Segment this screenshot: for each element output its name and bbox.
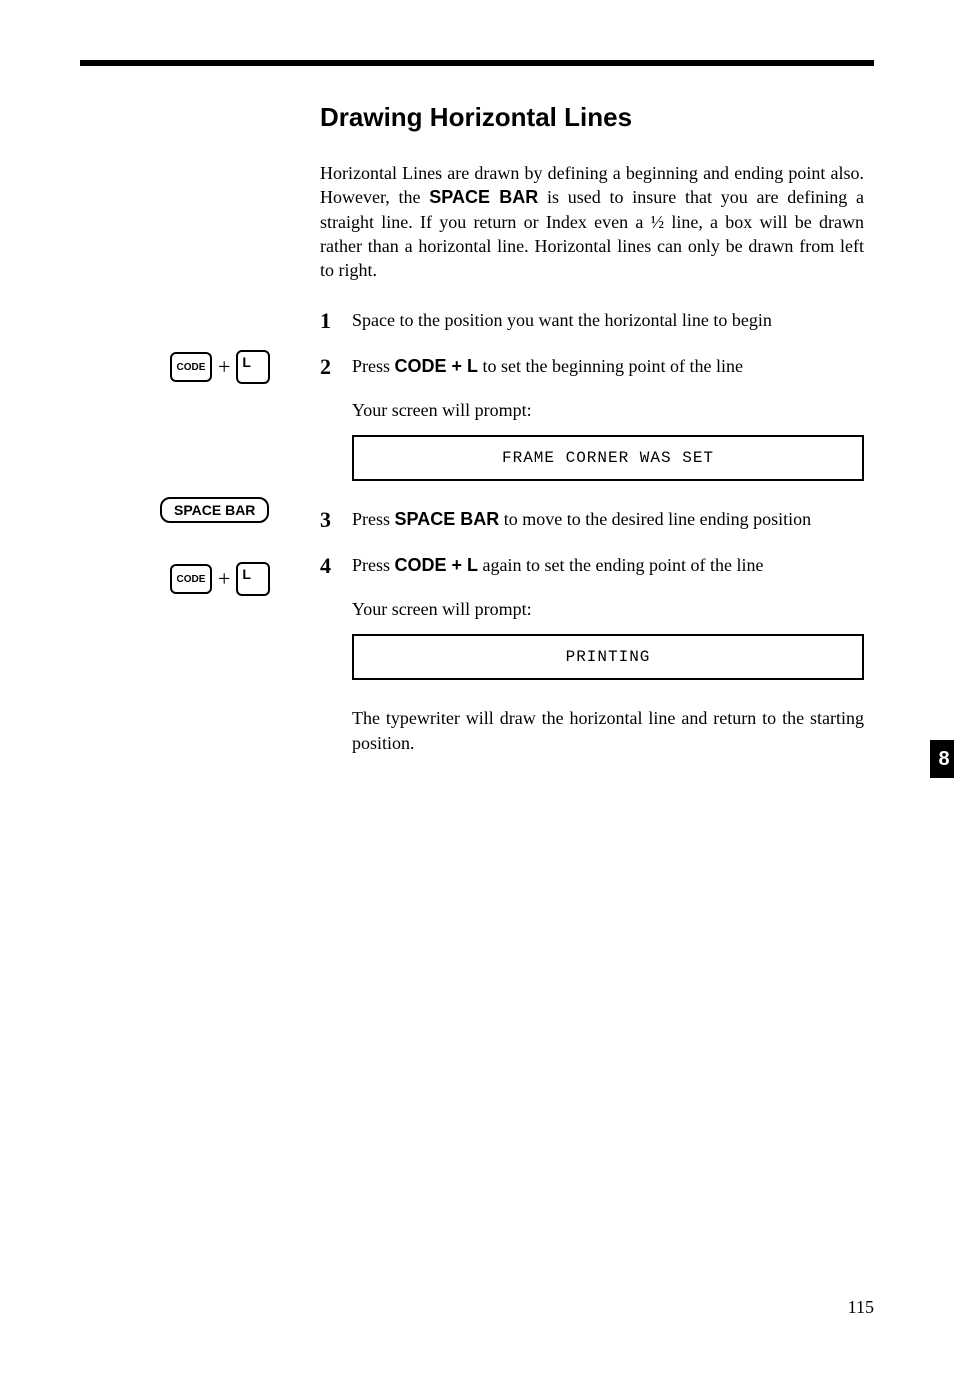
main-column: Drawing Horizontal Lines Horizontal Line… xyxy=(320,102,874,755)
step-1: 1 Space to the position you want the hor… xyxy=(320,308,864,334)
prompt-intro: Your screen will prompt: xyxy=(352,599,864,620)
l-key-icon: L xyxy=(236,562,270,596)
plus-icon: + xyxy=(218,354,230,380)
step-text: Press SPACE BAR to move to the desired l… xyxy=(352,507,864,533)
step-pre: Press xyxy=(352,356,395,376)
content-grid: CODE + L SPACE BAR CODE + L Drawing Hori… xyxy=(80,102,874,755)
code-key-icon: CODE xyxy=(170,564,212,594)
section-tab: 8 xyxy=(930,740,954,778)
step-4: 4 Press CODE + L again to set the ending… xyxy=(320,553,864,579)
top-rule xyxy=(80,60,874,66)
step-pre: Press xyxy=(352,509,395,529)
left-margin-column: CODE + L SPACE BAR CODE + L xyxy=(80,102,320,755)
step-2: 2 Press CODE + L to set the beginning po… xyxy=(320,354,864,380)
screen-prompt-box: PRINTING xyxy=(352,634,864,680)
step-text: Space to the position you want the horiz… xyxy=(352,308,864,334)
page-title: Drawing Horizontal Lines xyxy=(320,102,864,133)
step-pre: Press xyxy=(352,555,395,575)
step-bold: SPACE BAR xyxy=(395,509,500,529)
step-number: 1 xyxy=(320,308,352,334)
spacebar-key-icon: SPACE BAR xyxy=(160,497,269,523)
page-number: 115 xyxy=(848,1297,874,1318)
result-text: The typewriter will draw the horizontal … xyxy=(352,706,864,755)
step-text: Press CODE + L again to set the ending p… xyxy=(352,553,864,579)
key-combo-code-l-1: CODE + L xyxy=(170,350,270,384)
step-bold: CODE + L xyxy=(395,356,479,376)
l-key-icon: L xyxy=(236,350,270,384)
intro-paragraph: Horizontal Lines are drawn by defining a… xyxy=(320,161,864,282)
step-post: to move to the desired line ending posit… xyxy=(499,509,811,529)
step-number: 2 xyxy=(320,354,352,380)
screen-prompt-box: FRAME CORNER WAS SET xyxy=(352,435,864,481)
step-text: Press CODE + L to set the beginning poin… xyxy=(352,354,864,380)
step-number: 3 xyxy=(320,507,352,533)
step-post: again to set the ending point of the lin… xyxy=(478,555,763,575)
step-number: 4 xyxy=(320,553,352,579)
key-combo-code-l-2: CODE + L xyxy=(170,562,270,596)
step-post: to set the beginning point of the line xyxy=(478,356,743,376)
step-3: 3 Press SPACE BAR to move to the desired… xyxy=(320,507,864,533)
code-key-icon: CODE xyxy=(170,352,212,382)
prompt-intro: Your screen will prompt: xyxy=(352,400,864,421)
steps-list: 1 Space to the position you want the hor… xyxy=(320,308,864,755)
plus-icon: + xyxy=(218,566,230,592)
step-bold: CODE + L xyxy=(395,555,479,575)
intro-bold: SPACE BAR xyxy=(429,187,538,207)
key-spacebar: SPACE BAR xyxy=(160,497,269,523)
